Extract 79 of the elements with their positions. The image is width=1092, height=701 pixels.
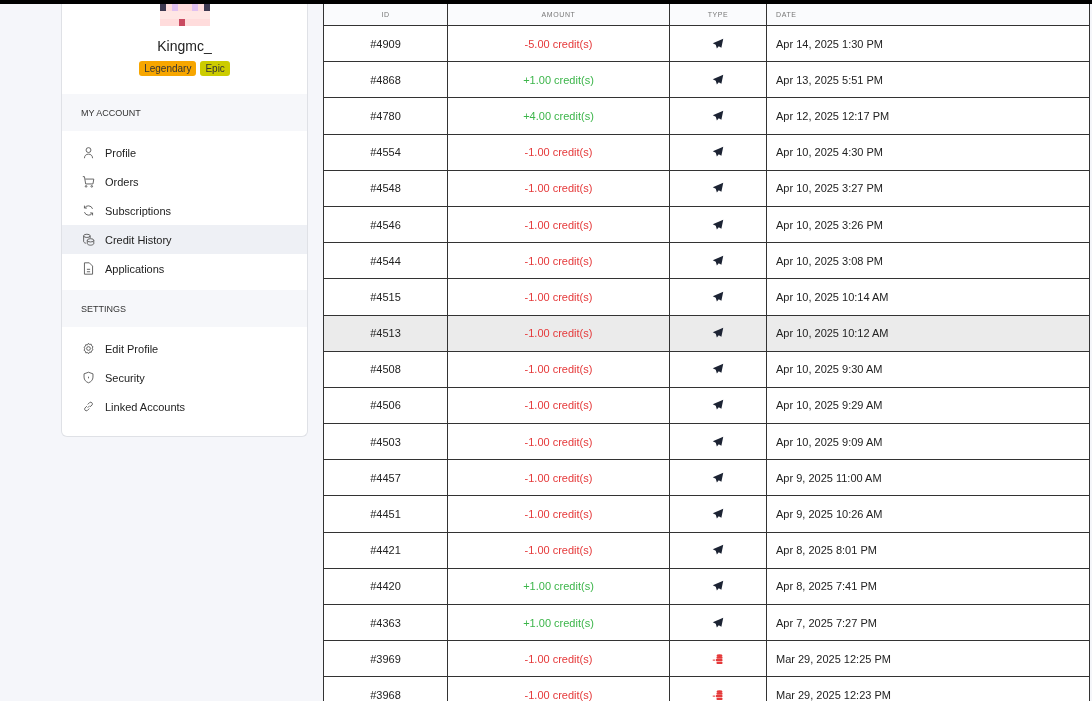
table-cell-text: Apr 7, 2025 7:27 PM xyxy=(775,615,878,631)
table-cell: #4457 xyxy=(324,460,448,496)
avatar-drawing xyxy=(159,4,210,26)
table-cell: #4868 xyxy=(324,62,448,98)
table-cell: +1.00 credit(s) xyxy=(448,605,670,641)
table-cell: -1.00 credit(s) xyxy=(448,677,670,701)
document-icon xyxy=(82,262,95,275)
table-cell: #4451 xyxy=(324,496,448,532)
table-cell-text: Apr 10, 2025 10:12 AM xyxy=(775,326,890,342)
sidebar-item[interactable]: Edit Profile xyxy=(62,334,307,363)
sidebar-item[interactable]: Applications xyxy=(62,254,307,283)
table-cell: -1.00 credit(s) xyxy=(448,134,670,170)
table-cell: +4.00 credit(s) xyxy=(448,98,670,134)
table-cell-text: Apr 10, 2025 3:08 PM xyxy=(775,253,884,269)
username: Kingmc_ xyxy=(156,38,213,54)
table-cell: -1.00 credit(s) xyxy=(448,532,670,568)
table-cell-text: Apr 10, 2025 10:14 AM xyxy=(775,289,890,305)
table-cell-text: Apr 8, 2025 8:01 PM xyxy=(775,543,878,559)
table-cell-text: Apr 9, 2025 10:26 AM xyxy=(775,507,884,523)
table-cell: #3969 xyxy=(324,641,448,677)
table-cell: -5.00 credit(s) xyxy=(448,26,670,62)
table-cell: +1.00 credit(s) xyxy=(448,568,670,604)
table-cell: #4515 xyxy=(324,279,448,315)
rank-badge: Epic xyxy=(200,61,230,76)
table-cell: -1.00 credit(s) xyxy=(448,641,670,677)
table-cell: -1.00 credit(s) xyxy=(448,279,670,315)
table-cell: -1.00 credit(s) xyxy=(448,206,670,243)
table-cell: -1.00 credit(s) xyxy=(448,315,670,351)
link-icon xyxy=(82,400,95,413)
table-cell: #4909 xyxy=(324,26,448,62)
table-cell-text: Apr 10, 2025 3:27 PM xyxy=(775,181,884,197)
table-cell: -1.00 credit(s) xyxy=(448,243,670,279)
table-cell-text: Apr 12, 2025 12:17 PM xyxy=(775,108,891,124)
table-cell: #4420 xyxy=(324,568,448,604)
table-cell: #4780 xyxy=(324,98,448,134)
table-cell: -1.00 credit(s) xyxy=(448,387,670,424)
table-cell: #4554 xyxy=(324,134,448,170)
table-cell-text: Apr 8, 2025 7:41 PM xyxy=(775,579,878,595)
sidebar-item[interactable]: Profile xyxy=(62,138,307,167)
sidebar-item[interactable]: Orders xyxy=(62,167,307,196)
sidebar-item[interactable]: Credit History xyxy=(62,225,307,254)
table-cell: #4363 xyxy=(324,605,448,641)
table-cell: -1.00 credit(s) xyxy=(448,496,670,532)
table-cell-text: Apr 9, 2025 11:00 AM xyxy=(775,470,883,486)
table-cell: #3968 xyxy=(324,677,448,701)
table-cell-text: Mar 29, 2025 12:23 PM xyxy=(775,687,892,701)
section-heading: SETTINGS xyxy=(62,290,307,327)
table-cell: +1.00 credit(s) xyxy=(448,62,670,98)
rank-badge: Legendary xyxy=(139,61,197,76)
table-cell: -1.00 credit(s) xyxy=(448,460,670,496)
table-cell: #4546 xyxy=(324,206,448,243)
sidebar-item[interactable]: Linked Accounts xyxy=(62,392,307,421)
table-cell: -1.00 credit(s) xyxy=(448,351,670,387)
table-cell: -1.00 credit(s) xyxy=(448,170,670,206)
table-cell-text: Apr 10, 2025 9:09 AM xyxy=(775,434,884,450)
table-cell: #4513 xyxy=(324,315,448,351)
table-cell-text: Apr 10, 2025 3:26 PM xyxy=(775,217,884,233)
cart-icon xyxy=(82,175,95,188)
sidebar-item[interactable]: Security xyxy=(62,363,307,392)
coins-icon xyxy=(82,233,95,246)
table-cell: #4548 xyxy=(324,170,448,206)
table-cell: -1.00 credit(s) xyxy=(448,424,670,460)
user-icon xyxy=(82,146,95,159)
table-cell: #4421 xyxy=(324,532,448,568)
shield-icon xyxy=(82,371,95,384)
refresh-icon xyxy=(82,204,95,217)
table-cell-text: Apr 14, 2025 1:30 PM xyxy=(775,36,884,52)
table-cell: #4506 xyxy=(324,387,448,424)
sidebar-item[interactable]: Subscriptions xyxy=(62,196,307,225)
table-cell-text: Apr 10, 2025 9:29 AM xyxy=(775,398,884,414)
section-heading: MY ACCOUNT xyxy=(62,94,307,131)
table-cell-text: Apr 10, 2025 4:30 PM xyxy=(775,145,884,161)
table-cell: #4544 xyxy=(324,243,448,279)
table-cell-text: Apr 13, 2025 5:51 PM xyxy=(775,72,884,88)
table-cell-text: Mar 29, 2025 12:25 PM xyxy=(775,651,892,667)
table-cell: #4508 xyxy=(324,351,448,387)
table-cell-text: Apr 10, 2025 9:30 AM xyxy=(775,362,884,378)
settings-icon xyxy=(82,342,95,355)
table-cell: #4503 xyxy=(324,424,448,460)
